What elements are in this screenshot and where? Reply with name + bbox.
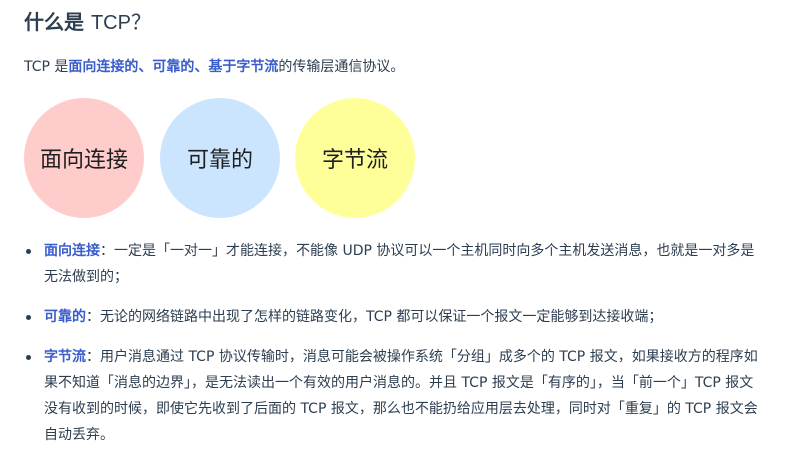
- intro-after: 的传输层通信协议。: [278, 59, 405, 75]
- title-suffix: ？: [130, 12, 151, 34]
- list-item-term: 字节流: [44, 349, 86, 365]
- list-item-term: 面向连接: [44, 243, 100, 259]
- circle-reliable: 可靠的: [160, 98, 280, 218]
- property-list: 面向连接：一定是「一对一」才能连接，不能像 UDP 协议可以一个主机同时向多个主…: [24, 238, 764, 462]
- title-term: TCP: [90, 12, 131, 34]
- list-item-text: ：用户消息通过 TCP 协议传输时，消息可能会被操作系统「分组」成多个的 TCP…: [44, 349, 758, 443]
- intro-before: TCP 是: [24, 59, 69, 75]
- circle-connection-oriented: 面向连接: [24, 98, 144, 218]
- list-item-text: ：无论的网络链路中出现了怎样的链路变化，TCP 都可以保证一个报文一定能够到达接…: [86, 309, 663, 325]
- list-item-term: 可靠的: [44, 309, 86, 325]
- intro-highlight: 面向连接的、可靠的、基于字节流: [68, 59, 279, 75]
- page-title: 什么是 TCP？: [24, 6, 151, 39]
- list-item: 面向连接：一定是「一对一」才能连接，不能像 UDP 协议可以一个主机同时向多个主…: [24, 238, 764, 290]
- list-item: 字节流：用户消息通过 TCP 协议传输时，消息可能会被操作系统「分组」成多个的 …: [24, 344, 764, 448]
- list-item-text: ：一定是「一对一」才能连接，不能像 UDP 协议可以一个主机同时向多个主机发送消…: [44, 243, 755, 285]
- circle-label: 可靠的: [186, 148, 253, 173]
- property-circles: 面向连接 可靠的 字节流: [24, 98, 444, 218]
- circle-byte-stream: 字节流: [295, 98, 415, 218]
- title-prefix: 什么是: [24, 10, 91, 34]
- circle-label: 面向连接: [39, 148, 128, 173]
- circle-label: 字节流: [321, 148, 388, 173]
- intro-paragraph: TCP 是面向连接的、可靠的、基于字节流的传输层通信协议。: [24, 55, 404, 79]
- list-item: 可靠的：无论的网络链路中出现了怎样的链路变化，TCP 都可以保证一个报文一定能够…: [24, 304, 764, 330]
